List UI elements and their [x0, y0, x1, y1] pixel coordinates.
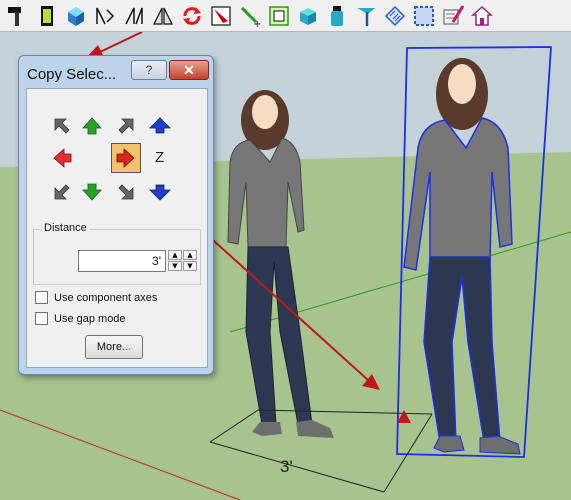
- arrow-up-left-icon[interactable]: [49, 113, 75, 139]
- copy-selection-dialog[interactable]: Copy Selec... ? ✕ Z Distance 3' ▲ ▼ ▲ ▼ …: [18, 55, 214, 375]
- dimension-label: 3': [280, 457, 293, 476]
- scale-icon[interactable]: [207, 2, 235, 30]
- more-button[interactable]: More...: [85, 335, 143, 359]
- arrow-up-green-icon[interactable]: [79, 113, 105, 139]
- spin-down-icon[interactable]: ▼: [168, 261, 182, 271]
- distance-group: Distance 3' ▲ ▼ ▲ ▼: [33, 222, 201, 285]
- use-component-axes-option[interactable]: Use component axes: [35, 291, 157, 304]
- arrow-down-green-icon[interactable]: [79, 179, 105, 205]
- use-component-axes-checkbox[interactable]: [35, 291, 48, 304]
- help-button[interactable]: ?: [131, 60, 167, 80]
- striped-box-icon[interactable]: [381, 2, 409, 30]
- paint-bucket-icon[interactable]: [33, 2, 61, 30]
- move-icon[interactable]: +: [236, 2, 264, 30]
- distance-input[interactable]: 3': [78, 250, 166, 272]
- component-icon[interactable]: [294, 2, 322, 30]
- dashed-box-icon[interactable]: [410, 2, 438, 30]
- select-frame-icon[interactable]: [265, 2, 293, 30]
- z-axis-label: Z: [155, 149, 165, 166]
- cube-icon[interactable]: [62, 2, 90, 30]
- use-component-axes-label: Use component axes: [54, 291, 158, 304]
- hammer-icon[interactable]: [4, 2, 32, 30]
- arrow-up-right-icon[interactable]: [113, 113, 139, 139]
- flip-y-icon[interactable]: [120, 2, 148, 30]
- dialog-body: Z Distance 3' ▲ ▼ ▲ ▼ Use component axes…: [26, 88, 208, 368]
- rotate-icon[interactable]: [178, 2, 206, 30]
- mirror-icon[interactable]: [149, 2, 177, 30]
- arrow-left-red-icon[interactable]: [49, 145, 75, 171]
- house-icon[interactable]: [468, 2, 496, 30]
- arrow-right-red-icon[interactable]: [111, 143, 141, 173]
- spin-up-icon[interactable]: ▲: [168, 250, 182, 260]
- flip-x-icon[interactable]: [91, 2, 119, 30]
- spin-down-fine-icon[interactable]: ▼: [183, 261, 197, 271]
- toolbar: +: [0, 0, 571, 32]
- arrow-down-right-icon[interactable]: [113, 179, 139, 205]
- arrow-up-blue-icon[interactable]: [147, 113, 173, 139]
- paint-icon[interactable]: [323, 2, 351, 30]
- use-gap-mode-checkbox[interactable]: [35, 312, 48, 325]
- direction-pad: Z: [37, 103, 197, 213]
- arrow-down-blue-icon[interactable]: [147, 179, 173, 205]
- use-gap-mode-option[interactable]: Use gap mode: [35, 312, 126, 325]
- dialog-title: Copy Selec...: [27, 66, 117, 83]
- paint-brush-icon[interactable]: [439, 2, 467, 30]
- use-gap-mode-label: Use gap mode: [54, 312, 126, 325]
- distance-label: Distance: [42, 222, 89, 234]
- svg-text:+: +: [253, 19, 261, 28]
- close-button[interactable]: ✕: [169, 60, 209, 80]
- arrow-down-left-icon[interactable]: [49, 179, 75, 205]
- spin-up-fine-icon[interactable]: ▲: [183, 250, 197, 260]
- pin-icon[interactable]: [352, 2, 380, 30]
